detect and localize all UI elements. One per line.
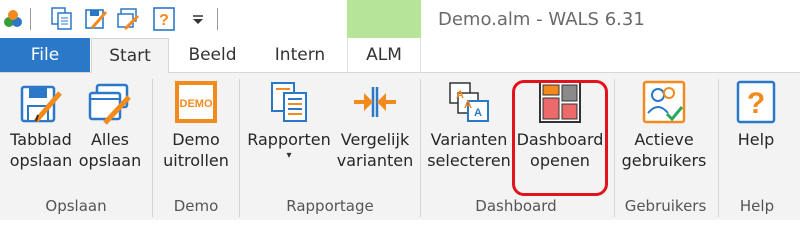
varianten-selecteren-button[interactable]: A A A Varianten selecteren — [426, 79, 512, 171]
window-title: Demo.alm - WALS 6.31 — [438, 9, 645, 30]
tabblad-opslaan-button[interactable]: Tabblad opslaan — [8, 79, 74, 171]
alles-opslaan-button[interactable]: Alles opslaan — [78, 79, 142, 171]
group-label-gebruikers: Gebruikers — [624, 197, 707, 215]
svg-text:?: ? — [159, 12, 169, 29]
tabblad-opslaan-label-1: Tabblad — [10, 130, 72, 149]
tab-file[interactable]: File — [0, 38, 90, 72]
svg-text:A: A — [474, 107, 482, 119]
demo-uitrollen-label-2: uitrollen — [163, 151, 229, 170]
tab-alm[interactable]: ALM — [347, 38, 421, 72]
actieve-gebruikers-button[interactable]: Actieve gebruikers — [618, 79, 710, 171]
tab-intern[interactable]: Intern — [255, 38, 345, 72]
tab-start[interactable]: Start — [91, 38, 169, 73]
save-tab-icon — [20, 85, 62, 123]
reports-icon — [271, 82, 307, 122]
save-all-icon — [88, 83, 131, 125]
group-label-dashboard: Dashboard — [475, 197, 557, 215]
dashboard-openen-highlight-box — [512, 80, 608, 196]
help-label: Help — [737, 130, 775, 149]
variants-select-icon: A A A — [449, 82, 489, 122]
help-icon[interactable]: ? — [152, 6, 176, 32]
help-button[interactable]: ? Help — [724, 79, 788, 150]
rapporten-dropdown-caret[interactable]: ▾ — [286, 150, 291, 162]
windows-edit-icon[interactable] — [116, 6, 140, 32]
vergelijk-label-1: Vergelijk — [340, 130, 410, 149]
ribbon-panel: Tabblad opslaan Alles opslaan Opslaan DE… — [0, 72, 800, 220]
svg-text:A: A — [464, 99, 472, 111]
save-edit-icon[interactable] — [84, 6, 108, 32]
svg-text:A: A — [456, 89, 464, 101]
demo-icon: DEMO — [175, 81, 217, 123]
varianten-selecteren-label-2: selecteren — [427, 151, 511, 170]
qat-separator — [30, 8, 31, 30]
app-logo-icon — [4, 10, 22, 27]
active-users-icon — [642, 80, 686, 124]
group-label-rapportage: Rapportage — [286, 197, 374, 215]
ribbon-tab-row: File Start Beeld Intern ALM — [0, 38, 800, 73]
group-label-demo: Demo — [173, 197, 219, 215]
title-bar: ? Demo.alm - WALS 6.31 — [0, 0, 800, 38]
tabblad-opslaan-label-2: opslaan — [9, 151, 73, 170]
alles-opslaan-label-2: opslaan — [78, 151, 142, 170]
copy-doc-icon[interactable] — [50, 6, 74, 32]
rapporten-label: Rapporten — [247, 130, 331, 149]
alm-context-highlight — [347, 0, 421, 38]
qat-separator — [217, 8, 218, 30]
alles-opslaan-label-1: Alles — [90, 130, 129, 149]
demo-uitrollen-button[interactable]: DEMO Demo uitrollen — [158, 79, 234, 171]
help-large-icon: ? — [736, 80, 776, 124]
rapporten-button[interactable]: Rapporten ▾ — [244, 79, 334, 162]
vergelijk-varianten-button[interactable]: Vergelijk varianten — [334, 79, 416, 171]
compare-arrows-icon — [354, 87, 396, 117]
actieve-gebruikers-label-2: gebruikers — [621, 151, 707, 170]
vergelijk-label-2: varianten — [336, 151, 414, 170]
varianten-selecteren-label-1: Varianten — [430, 130, 508, 149]
actieve-gebruikers-label-1: Actieve — [634, 130, 694, 149]
demo-uitrollen-label-1: Demo — [172, 130, 220, 149]
group-label-opslaan: Opslaan — [45, 197, 107, 215]
customize-dropdown-icon[interactable] — [191, 14, 205, 26]
tab-beeld[interactable]: Beeld — [170, 38, 255, 72]
svg-text:?: ? — [747, 87, 765, 120]
group-label-help: Help — [739, 197, 775, 215]
demo-icon-text: DEMO — [180, 98, 213, 110]
